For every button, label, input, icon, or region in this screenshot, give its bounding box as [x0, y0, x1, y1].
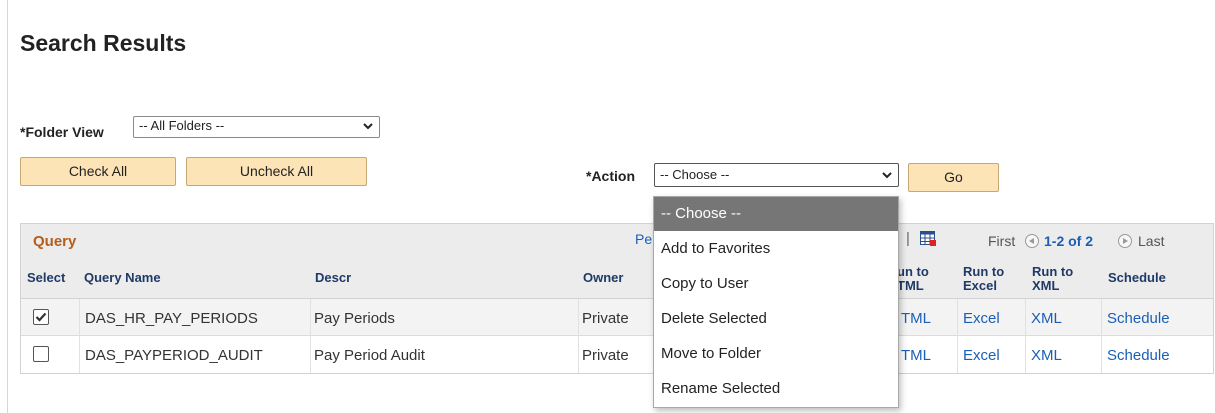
column-header-schedule: Schedule	[1108, 270, 1166, 285]
grid-header: Query Pe | First 1-2 of 2 Last	[21, 224, 1213, 258]
dropdown-option-rename-selected[interactable]: Rename Selected	[654, 372, 898, 406]
query-name-cell: DAS_HR_PAY_PERIODS	[85, 310, 258, 327]
cell-divider	[310, 299, 311, 336]
column-header-run-html-line2: TML	[897, 278, 924, 293]
table-row: DAS_PAYPERIOD_AUDIT Pay Period Audit Pri…	[21, 336, 1213, 373]
nav-last-link[interactable]: Last	[1138, 233, 1164, 249]
cell-divider	[957, 299, 958, 336]
dropdown-option-choose[interactable]: -- Choose --	[654, 197, 898, 231]
next-icon[interactable]	[1118, 234, 1132, 248]
column-header-run-xml: Run to XML	[1032, 265, 1073, 293]
check-all-button[interactable]: Check All	[20, 157, 176, 186]
cell-divider	[578, 336, 579, 373]
grid-title: Query	[33, 233, 77, 250]
left-divider	[7, 0, 8, 413]
descr-cell: Pay Period Audit	[314, 347, 425, 364]
cell-divider	[79, 299, 80, 336]
uncheck-all-button[interactable]: Uncheck All	[186, 157, 367, 186]
table-row: DAS_HR_PAY_PERIODS Pay Periods Private T…	[21, 299, 1213, 336]
page-title: Search Results	[20, 30, 187, 56]
column-header-owner[interactable]: Owner	[583, 271, 623, 285]
schedule-link[interactable]: Schedule	[1107, 347, 1170, 364]
owner-cell: Private	[582, 347, 629, 364]
nav-first-link[interactable]: First	[988, 233, 1015, 249]
personalize-link[interactable]: Pe	[635, 231, 652, 247]
run-to-html-link[interactable]: TML	[901, 310, 931, 327]
cell-divider	[310, 336, 311, 373]
nav-separator: |	[906, 230, 910, 247]
column-header-run-xml-line2: XML	[1032, 278, 1060, 293]
cell-divider	[1025, 299, 1026, 336]
cell-divider	[578, 299, 579, 336]
row-count: 1-2 of 2	[1044, 233, 1094, 249]
row-select-checkbox[interactable]	[33, 346, 49, 362]
checkmark-icon	[35, 312, 47, 322]
query-name-cell: DAS_PAYPERIOD_AUDIT	[85, 347, 263, 364]
run-to-html-link[interactable]: TML	[901, 347, 931, 364]
column-header-run-excel: Run to Excel	[963, 265, 1004, 293]
run-to-xml-link[interactable]: XML	[1031, 347, 1062, 364]
download-to-excel-icon[interactable]	[920, 231, 937, 247]
action-select-value: -- Choose --	[660, 167, 730, 182]
cell-divider	[957, 336, 958, 373]
dropdown-option-copy-to-user[interactable]: Copy to User	[654, 267, 898, 301]
action-dropdown-list: -- Choose -- Add to Favorites Copy to Us…	[653, 196, 899, 408]
action-label: *Action	[586, 168, 635, 184]
column-header-descr[interactable]: Descr	[315, 271, 351, 285]
folder-view-value: -- All Folders --	[139, 118, 225, 133]
row-select-checkbox[interactable]	[33, 309, 49, 325]
column-header-query-name[interactable]: Query Name	[84, 271, 161, 285]
folder-view-select[interactable]: -- All Folders --	[133, 116, 380, 138]
column-header-run-excel-line1: Run to	[963, 264, 1005, 279]
go-button[interactable]: Go	[908, 163, 999, 192]
run-to-excel-link[interactable]: Excel	[963, 347, 1000, 364]
dropdown-option-delete-selected[interactable]: Delete Selected	[654, 302, 898, 336]
dropdown-option-add-to-favorites[interactable]: Add to Favorites	[654, 232, 898, 266]
query-results-grid: Query Pe | First 1-2 of 2 Last Select Qu…	[20, 223, 1214, 374]
column-headers: Select Query Name Descr Owner un to TML …	[21, 257, 1213, 299]
dropdown-option-move-to-folder[interactable]: Move to Folder	[654, 337, 898, 371]
run-to-excel-link[interactable]: Excel	[963, 310, 1000, 327]
run-to-xml-link[interactable]: XML	[1031, 310, 1062, 327]
chevron-down-icon	[363, 123, 373, 130]
column-header-run-xml-line1: Run to	[1032, 264, 1074, 279]
folder-view-label: *Folder View	[20, 124, 104, 140]
column-header-run-html-line1: un to	[897, 264, 929, 279]
action-select[interactable]: -- Choose --	[654, 163, 899, 187]
column-header-select: Select	[27, 270, 66, 285]
chevron-down-icon	[882, 172, 892, 179]
schedule-link[interactable]: Schedule	[1107, 310, 1170, 327]
previous-icon[interactable]	[1025, 234, 1039, 248]
owner-cell: Private	[582, 310, 629, 327]
cell-divider	[79, 336, 80, 373]
column-header-run-html: un to TML	[897, 265, 929, 293]
descr-cell: Pay Periods	[314, 310, 395, 327]
column-header-run-excel-line2: Excel	[963, 278, 997, 293]
cell-divider	[1025, 336, 1026, 373]
cell-divider	[1101, 336, 1102, 373]
cell-divider	[1101, 299, 1102, 336]
